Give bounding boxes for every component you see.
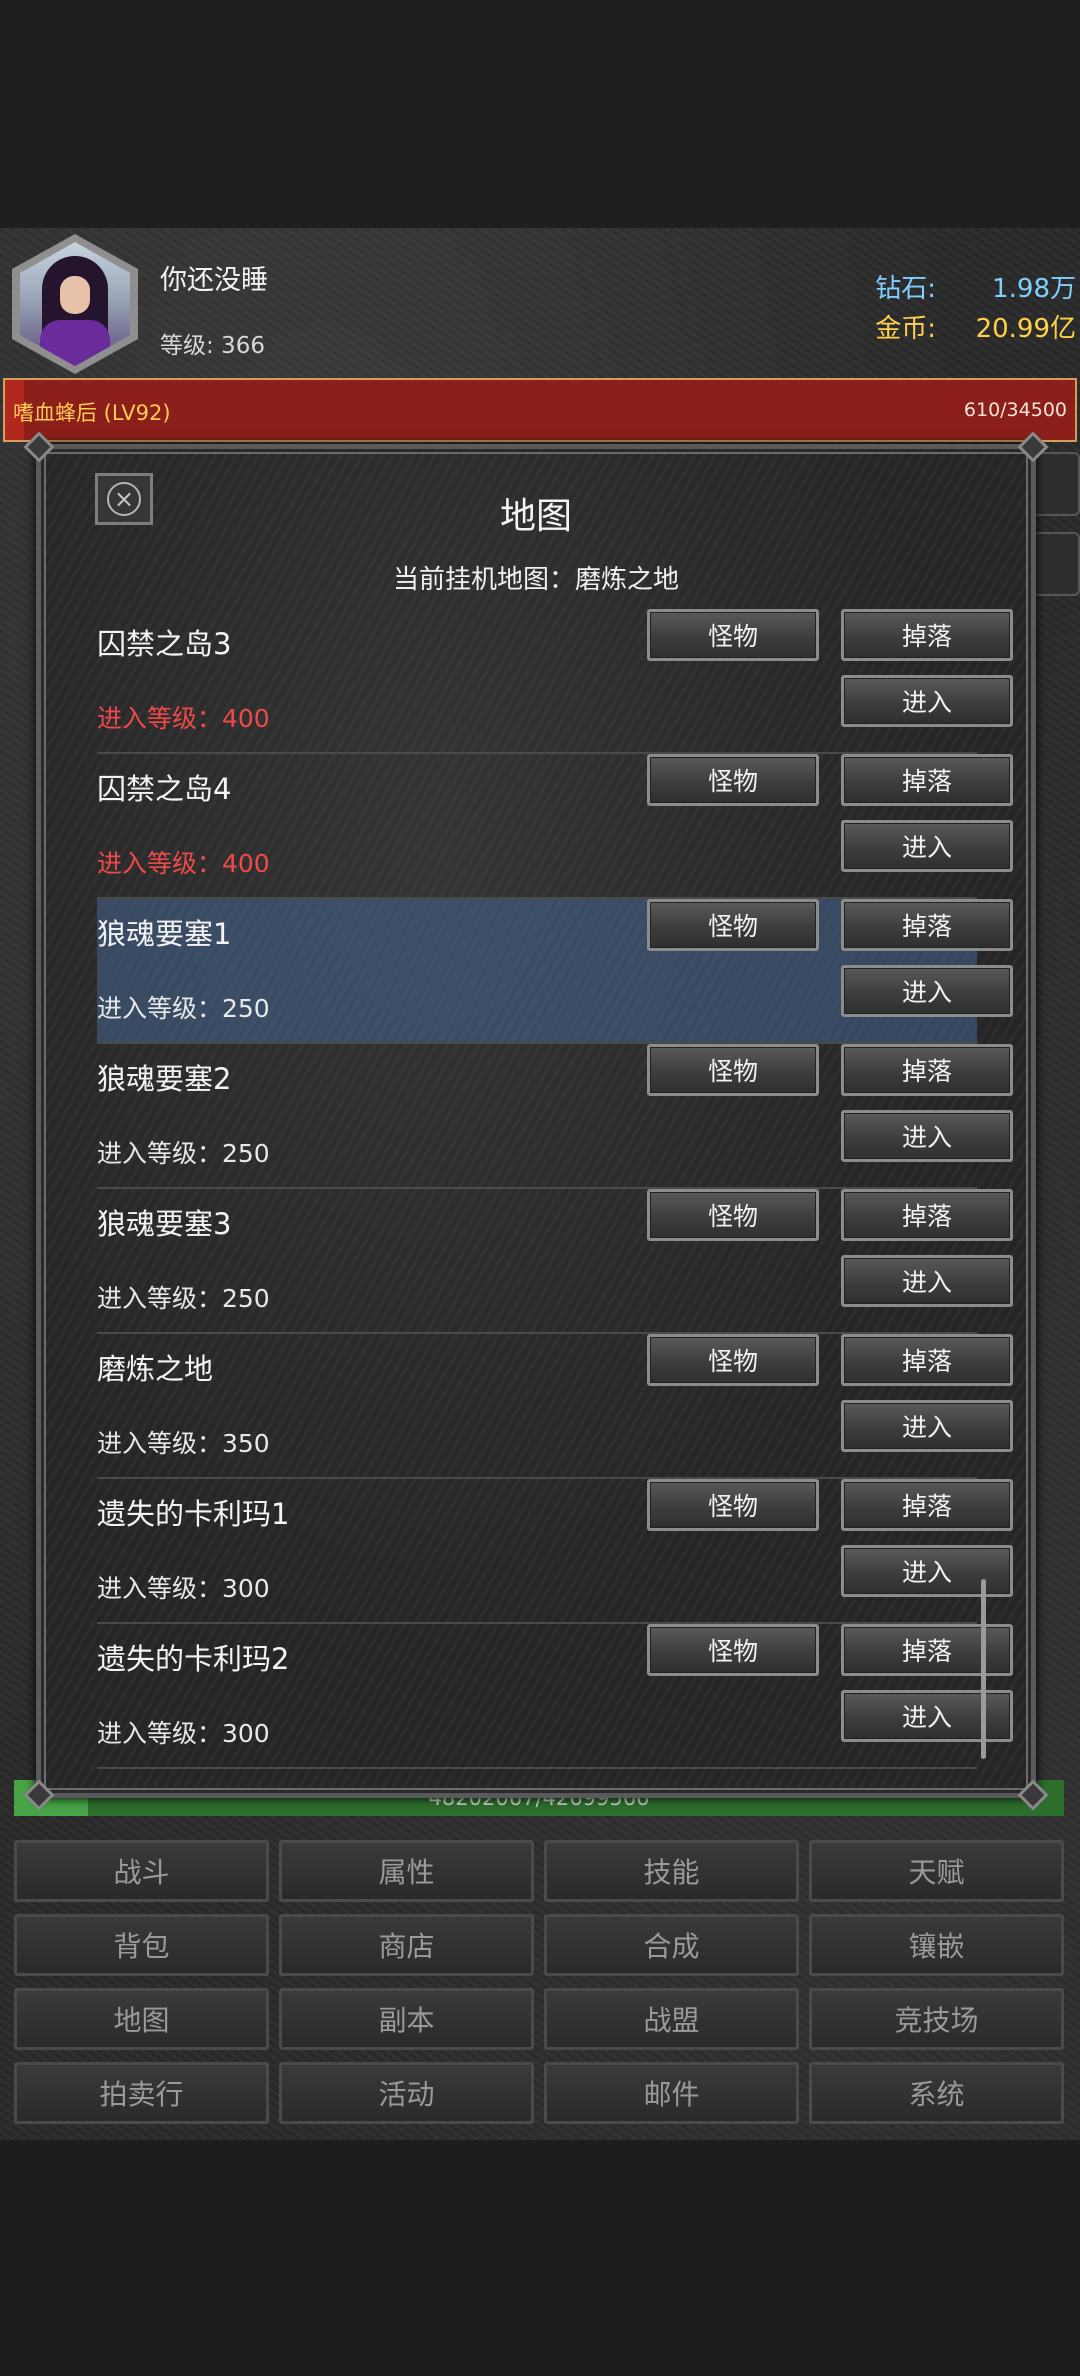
enter-button[interactable]: 进入 <box>841 1400 1013 1452</box>
map-entry-level: 进入等级：250 <box>97 994 270 1023</box>
nav-button[interactable]: 拍卖行 <box>14 2062 269 2124</box>
map-entry-level: 进入等级：400 <box>97 849 270 878</box>
status-bar-area <box>0 0 1080 228</box>
drop-button[interactable]: 掉落 <box>841 899 1013 951</box>
map-entry-level: 进入等级：250 <box>97 1139 270 1168</box>
enter-button[interactable]: 进入 <box>841 965 1013 1017</box>
map-row[interactable]: 磨炼之地进入等级：350 怪物 掉落进入 <box>97 1334 1013 1479</box>
map-entry-level: 进入等级：300 <box>97 1719 270 1748</box>
map-row[interactable]: 囚禁之岛3 进入等级：400 怪物 掉落进入 <box>97 609 1013 754</box>
map-list: 囚禁之岛3 进入等级：400 怪物 掉落 进入 囚禁之岛4 进入等级：400 怪物 掉落 进入 狼魂… <box>97 609 1013 1769</box>
monster-button[interactable]: 怪物 <box>647 1479 819 1531</box>
drop-button[interactable]: 掉落 <box>841 609 1013 661</box>
map-name: 囚禁之岛3 <box>97 627 232 661</box>
boss-hp-text: 610/34500 <box>963 399 1067 421</box>
player-name: 你还没睡 <box>160 265 268 296</box>
dialog-title: 地图 <box>499 496 572 537</box>
monster-button[interactable]: 怪物 <box>647 609 819 661</box>
enter-button[interactable]: 进入 <box>841 1110 1013 1162</box>
map-name: 遗失的卡利玛2 <box>97 1642 290 1676</box>
map-row[interactable]: 遗失的卡利玛2 进入等级：300 怪物 掉落进入 <box>97 1624 1013 1769</box>
monster-button[interactable]: 怪物 <box>647 1624 819 1676</box>
drop-button[interactable]: 掉落 <box>841 1044 1013 1096</box>
nav-button[interactable]: 合成 <box>544 1914 799 1976</box>
map-entry-level: 进入等级：250 <box>97 1284 270 1313</box>
monster-button[interactable]: 怪物 <box>647 1044 819 1096</box>
drop-button[interactable]: 掉落 <box>841 1479 1013 1531</box>
map-row[interactable]: 狼魂要塞2 进入等级：250 怪物 掉落进入 <box>97 1044 1013 1189</box>
map-entry-level: 进入等级：350 <box>97 1429 270 1458</box>
diamond-value: 1.98万 <box>992 274 1076 304</box>
boss-name: 嗜血蜂后 (LV92) <box>13 401 171 425</box>
nav-button[interactable]: 技能 <box>544 1840 799 1902</box>
nav-button[interactable]: 属性 <box>279 1840 534 1902</box>
enter-button[interactable]: 进入 <box>841 820 1013 872</box>
nav-button[interactable]: 战盟 <box>544 1988 799 2050</box>
nav-button[interactable]: 商店 <box>279 1914 534 1976</box>
nav-button[interactable]: 系统 <box>809 2062 1064 2124</box>
drop-button[interactable]: 掉落 <box>841 1624 1013 1676</box>
enter-button[interactable]: 进入 <box>841 1690 1013 1742</box>
nav-button[interactable]: 邮件 <box>544 2062 799 2124</box>
current-map-label: 当前挂机地图：磨炼之地 <box>392 565 679 595</box>
nav-button[interactable]: 镶嵌 <box>809 1914 1064 1976</box>
player-level: 等级: 366 <box>160 333 265 359</box>
gold-value: 20.99亿 <box>975 314 1076 344</box>
monster-button[interactable]: 怪物 <box>647 899 819 951</box>
nav-button[interactable]: 背包 <box>14 1914 269 1976</box>
diamond-label: 钻石: <box>875 274 936 304</box>
drop-button[interactable]: 掉落 <box>841 1189 1013 1241</box>
nav-button[interactable]: 活动 <box>279 2062 534 2124</box>
nav-button[interactable]: 战斗 <box>14 1840 269 1902</box>
map-entry-level: 进入等级：400 <box>97 704 270 733</box>
drop-button[interactable]: 掉落 <box>841 1334 1013 1386</box>
map-name: 狼魂要塞2 <box>97 1062 232 1096</box>
map-entry-level: 进入等级：300 <box>97 1574 270 1603</box>
nav-button[interactable]: 副本 <box>279 1988 534 2050</box>
map-name: 狼魂要塞1 <box>97 917 232 951</box>
monster-button[interactable]: 怪物 <box>647 1189 819 1241</box>
enter-button[interactable]: 进入 <box>841 1255 1013 1307</box>
gold-label: 金币: <box>875 314 936 344</box>
monster-button[interactable]: 怪物 <box>647 1334 819 1386</box>
side-button-second[interactable] <box>1032 532 1080 596</box>
map-name: 囚禁之岛4 <box>97 772 232 806</box>
side-button-top[interactable] <box>1032 452 1080 516</box>
avatar-portrait <box>20 242 130 366</box>
boss-hp-bar: 嗜血蜂后 (LV92) 610/34500 <box>3 378 1077 442</box>
map-name: 狼魂要塞3 <box>97 1207 232 1241</box>
map-row[interactable]: 狼魂要塞3 进入等级：250 怪物 掉落进入 <box>97 1189 1013 1334</box>
enter-button[interactable]: 进入 <box>841 1545 1013 1597</box>
bottom-area <box>0 2140 1080 2376</box>
map-row[interactable]: 遗失的卡利玛1 进入等级：300 怪物 掉落进入 <box>97 1479 1013 1624</box>
monster-button[interactable]: 怪物 <box>647 754 819 806</box>
map-row[interactable]: 囚禁之岛4 进入等级：400 怪物 掉落进入 <box>97 754 1013 899</box>
drop-button[interactable]: 掉落 <box>841 754 1013 806</box>
map-name: 磨炼之地 <box>97 1352 214 1386</box>
bottom-nav: 战斗 属性 技能 天赋背包 商店 合成 镶嵌地图 副本 战盟 竞技场拍卖行 活动 邮件 系统 <box>14 1840 1064 2124</box>
map-dialog: × 地图 当前挂机地图：磨炼之地 囚禁之岛3 进入等级：400 怪物 掉落 进入 囚禁之岛… <box>23 431 1049 1811</box>
nav-button[interactable]: 地图 <box>14 1988 269 2050</box>
map-name: 遗失的卡利玛1 <box>97 1497 290 1531</box>
nav-button[interactable]: 天赋 <box>809 1840 1064 1902</box>
scrollbar[interactable] <box>981 1579 986 1759</box>
nav-button[interactable]: 竞技场 <box>809 1988 1064 2050</box>
map-row[interactable]: 狼魂要塞1 进入等级：250 怪物 掉落进入 <box>97 899 1013 1044</box>
enter-button[interactable]: 进入 <box>841 675 1013 727</box>
